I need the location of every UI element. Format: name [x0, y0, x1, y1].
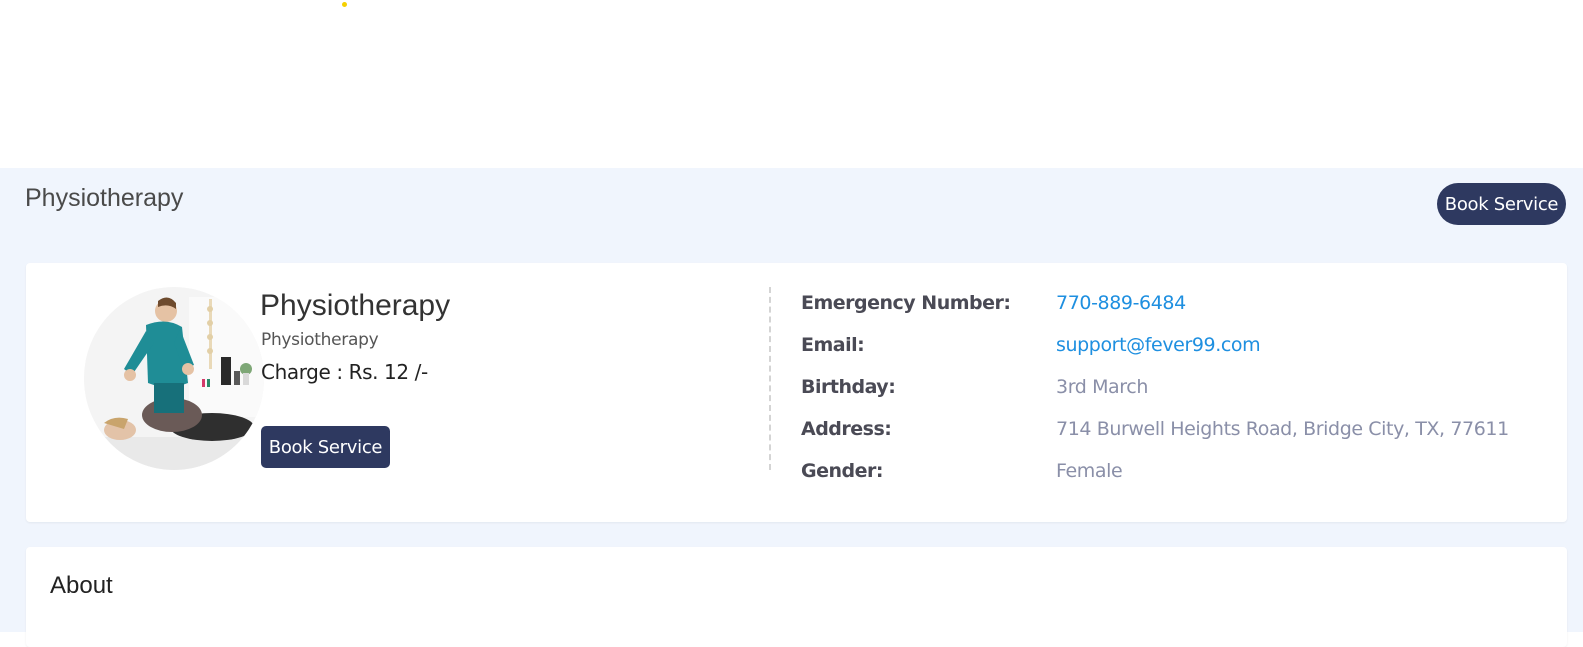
- birthday-label: Birthday:: [801, 376, 896, 398]
- about-card: About: [26, 547, 1567, 647]
- page-title: Physiotherapy: [25, 184, 184, 212]
- vertical-divider: [769, 287, 771, 470]
- about-title: About: [50, 572, 113, 599]
- service-category: Physiotherapy: [261, 330, 379, 350]
- gender-label: Gender:: [801, 460, 883, 482]
- service-name: Physiotherapy: [260, 289, 451, 322]
- email-label: Email:: [801, 334, 865, 356]
- service-charge: Charge : Rs. 12 /-: [261, 360, 428, 384]
- main-content: Physiotherapy Book Service Physiotherapy…: [0, 168, 1583, 647]
- address-value: 714 Burwell Heights Road, Bridge City, T…: [1056, 418, 1509, 440]
- emergency-number-label: Emergency Number:: [801, 292, 1011, 314]
- loading-indicator: [342, 2, 347, 7]
- physiotherapy-photo-icon: [84, 287, 264, 470]
- top-header-area: [0, 0, 1583, 168]
- service-profile-card: Physiotherapy Physiotherapy Charge : Rs.…: [26, 263, 1567, 522]
- birthday-value: 3rd March: [1056, 376, 1148, 398]
- book-service-button-top[interactable]: Book Service: [1437, 183, 1566, 225]
- book-service-button[interactable]: Book Service: [261, 426, 390, 468]
- emergency-number-link[interactable]: 770-889-6484: [1056, 292, 1186, 314]
- gender-value: Female: [1056, 460, 1123, 482]
- address-label: Address:: [801, 418, 892, 440]
- email-link[interactable]: support@fever99.com: [1056, 334, 1261, 356]
- service-image: [84, 287, 264, 470]
